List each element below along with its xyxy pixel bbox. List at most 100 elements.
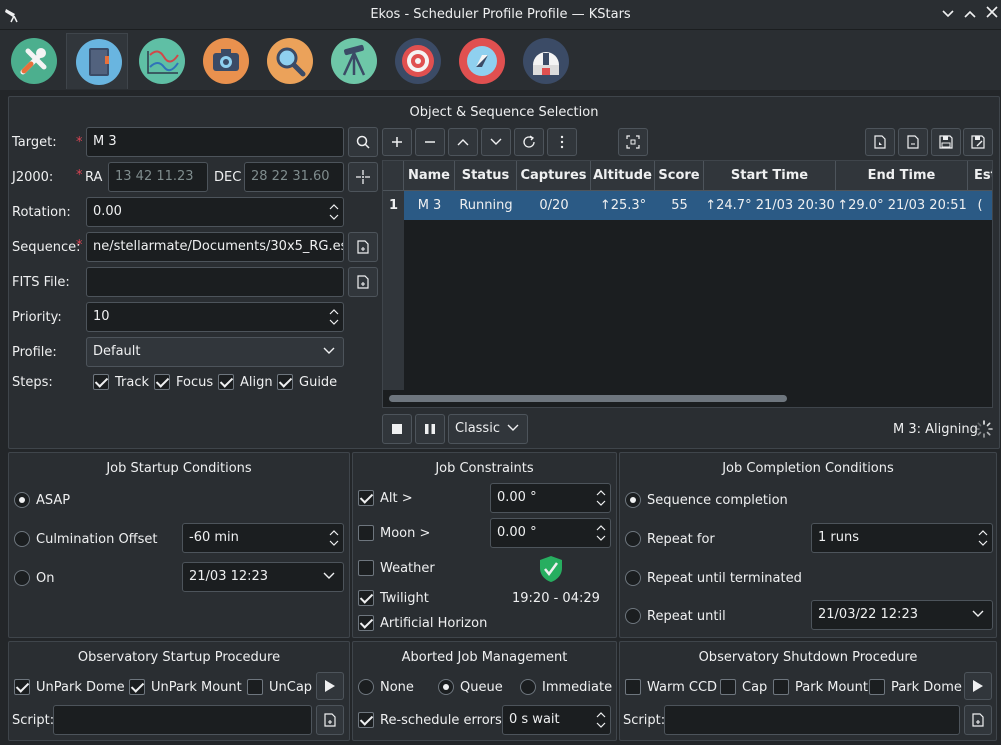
moon-separation-spinbox[interactable]: 0.00 ° [490, 518, 611, 548]
view-mosaic-button[interactable] [618, 128, 648, 156]
tab-setup[interactable] [2, 33, 64, 89]
tab-align[interactable] [450, 33, 512, 89]
select-startup-script-button[interactable] [316, 705, 344, 735]
fits-input[interactable] [86, 267, 344, 297]
ra-input[interactable]: 13 42 11.23 [108, 162, 208, 192]
spin-arrows-icon[interactable] [978, 527, 988, 549]
spin-arrows-icon[interactable] [596, 522, 606, 544]
shutdown-script-input[interactable] [664, 705, 960, 735]
rotation-spinbox[interactable]: 0.00 [86, 197, 344, 227]
column-header[interactable]: Captures [517, 161, 591, 191]
column-header[interactable]: Altitude [591, 161, 655, 191]
table-cell-altitude[interactable]: ↑25.3° [591, 191, 655, 220]
column-header[interactable]: Score [655, 161, 704, 191]
table-cell-name[interactable]: M 3 [404, 191, 455, 220]
table-cell-end[interactable]: ↑29.0° 21/03 20:51 [836, 191, 968, 220]
aborted-immediate-radio[interactable] [520, 679, 536, 695]
select-shutdown-script-button[interactable] [964, 705, 992, 735]
more-options-button[interactable] [547, 128, 577, 156]
cap-checkbox[interactable] [720, 679, 736, 695]
warm-ccd-checkbox[interactable] [625, 679, 641, 695]
spin-arrows-icon[interactable] [329, 306, 339, 328]
run-startup-button[interactable] [316, 672, 344, 700]
tab-scheduler[interactable] [66, 33, 128, 89]
profile-combo[interactable]: Default [86, 337, 344, 367]
tab-capture[interactable] [194, 33, 256, 89]
startup-script-input[interactable] [53, 705, 312, 735]
run-shutdown-button[interactable] [964, 672, 992, 700]
priority-spinbox[interactable]: 10 [86, 302, 344, 332]
tab-guide[interactable] [386, 33, 448, 89]
startup-culmination-radio[interactable] [14, 531, 30, 547]
startup-asap-radio[interactable] [14, 492, 30, 508]
remove-job-button[interactable] [415, 128, 445, 156]
spin-arrows-icon[interactable] [329, 201, 339, 223]
select-fits-button[interactable] [348, 267, 378, 297]
repeat-until-datetime-edit[interactable]: 21/03/22 12:23 [811, 600, 993, 630]
pause-scheduler-button[interactable] [415, 414, 445, 444]
table-cell-score[interactable]: 55 [655, 191, 704, 220]
row-index[interactable]: 1 [383, 191, 404, 220]
job-queue-table[interactable]: Name Status Captures Altitude Score Star… [382, 160, 993, 408]
tab-observatory[interactable] [514, 33, 576, 89]
alt-constraint-checkbox[interactable] [358, 490, 374, 506]
tab-mount[interactable] [322, 33, 384, 89]
center-target-button[interactable] [348, 162, 378, 192]
stop-scheduler-button[interactable] [382, 414, 412, 444]
park-dome-checkbox[interactable] [869, 679, 885, 695]
error-wait-spinbox[interactable]: 0 s wait [502, 705, 611, 735]
spin-arrows-icon[interactable] [596, 709, 606, 731]
park-mount-checkbox[interactable] [773, 679, 789, 695]
sequence-input[interactable]: ne/stellarmate/Documents/30x5_RG.esq [86, 232, 344, 262]
completion-sequence-radio[interactable] [625, 492, 641, 508]
column-header[interactable]: Status [455, 161, 517, 191]
reschedule-errors-checkbox[interactable] [358, 712, 374, 728]
startup-on-radio[interactable] [14, 570, 30, 586]
spin-arrows-icon[interactable] [329, 527, 339, 549]
select-sequence-button[interactable] [348, 232, 378, 262]
save-queue-button[interactable] [931, 128, 961, 156]
minimize-button[interactable] [937, 4, 959, 26]
maximize-button[interactable] [959, 4, 981, 26]
spin-arrows-icon[interactable] [596, 487, 606, 509]
twilight-constraint-checkbox[interactable] [358, 590, 374, 606]
uncap-checkbox[interactable] [247, 679, 263, 695]
unpark-dome-checkbox[interactable] [14, 679, 30, 695]
new-queue-button[interactable] [865, 128, 895, 156]
table-cell-status[interactable]: Running [455, 191, 517, 220]
step-align-checkbox[interactable] [218, 374, 234, 390]
column-header[interactable]: Est [968, 161, 992, 191]
step-track-checkbox[interactable] [93, 374, 109, 390]
close-button[interactable] [981, 4, 1001, 26]
dec-input[interactable]: 28 22 31.60 [244, 162, 344, 192]
column-header[interactable]: Name [404, 161, 455, 191]
add-job-button[interactable] [382, 128, 412, 156]
move-job-up-button[interactable] [448, 128, 478, 156]
completion-repeat-terminated-radio[interactable] [625, 570, 641, 586]
table-cell-captures[interactable]: 0/20 [517, 191, 591, 220]
scheduler-mode-combo[interactable]: Classic [448, 414, 528, 444]
aborted-queue-radio[interactable] [438, 679, 454, 695]
horizon-constraint-checkbox[interactable] [358, 615, 374, 631]
tab-focus[interactable] [258, 33, 320, 89]
horizontal-scrollbar[interactable] [389, 395, 787, 402]
column-header[interactable]: Start Time [704, 161, 836, 191]
reset-jobs-button[interactable] [514, 128, 544, 156]
table-cell-est[interactable]: ( [968, 191, 992, 220]
moon-constraint-checkbox[interactable] [358, 525, 374, 541]
alt-min-spinbox[interactable]: 0.00 ° [490, 483, 611, 513]
column-header[interactable]: End Time [836, 161, 968, 191]
aborted-none-radio[interactable] [358, 679, 374, 695]
completion-repeat-until-radio[interactable] [625, 608, 641, 624]
startup-datetime-edit[interactable]: 21/03 12:23 [182, 562, 344, 592]
unpark-mount-checkbox[interactable] [129, 679, 145, 695]
repeat-runs-spinbox[interactable]: 1 runs [811, 523, 993, 553]
step-guide-checkbox[interactable] [277, 374, 293, 390]
target-input[interactable]: M 3 [86, 127, 344, 157]
save-queue-as-button[interactable] [963, 128, 993, 156]
find-target-button[interactable] [348, 127, 378, 157]
culmination-offset-spinbox[interactable]: -60 min [182, 523, 344, 553]
step-focus-checkbox[interactable] [154, 374, 170, 390]
weather-constraint-checkbox[interactable] [358, 560, 374, 576]
table-cell-start[interactable]: ↑24.7° 21/03 20:30 [704, 191, 836, 220]
